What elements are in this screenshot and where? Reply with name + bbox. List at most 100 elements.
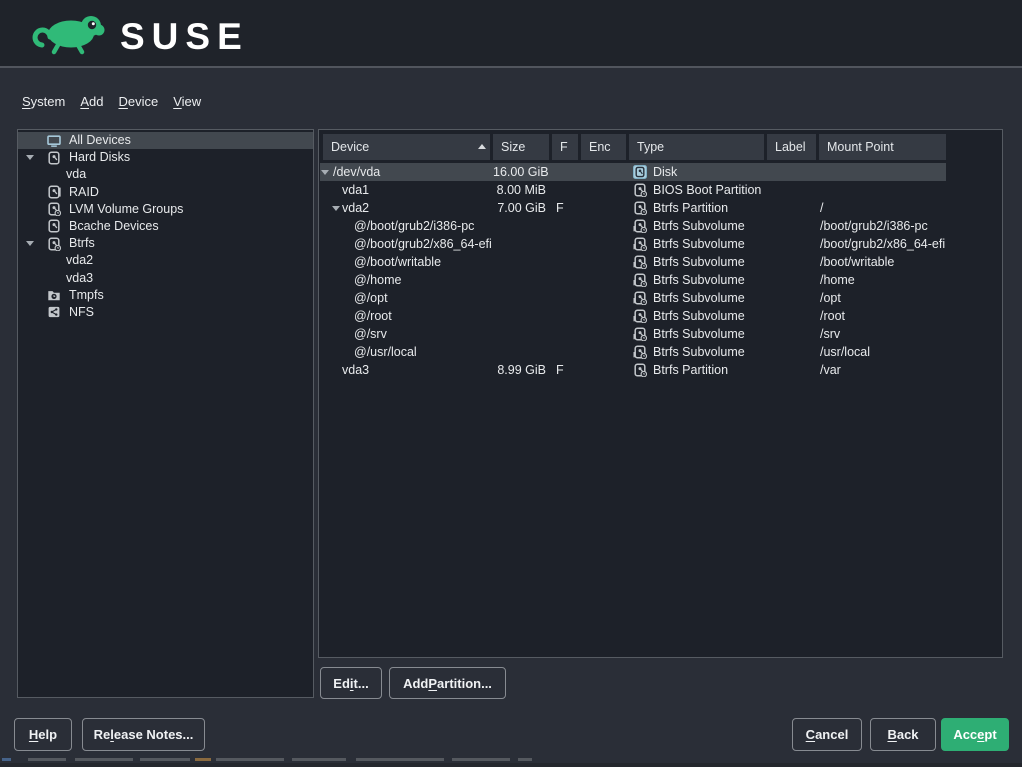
label-text: elp (38, 727, 57, 742)
table-row--usr-local[interactable]: @/usr/localBtrfs Subvolume/usr/local (319, 343, 1002, 361)
mount-point-cell: /opt (820, 291, 841, 305)
table-row--boot-grub2-x86-64-efi[interactable]: @/boot/grub2/x86_64-efi Btrfs Subvolume/b… (319, 235, 1002, 253)
accept-button[interactable]: Accept (941, 718, 1009, 751)
disk-clock-icon (633, 363, 647, 377)
folder-clock-icon (47, 288, 61, 302)
device-cell: @/srv (354, 327, 387, 341)
title-banner: SUSE (0, 0, 1022, 68)
device-cell: @/boot/writable (354, 255, 441, 269)
device-cell: vda2 (342, 201, 369, 215)
type-cell: Btrfs Subvolume (653, 309, 745, 323)
menu-item-device[interactable]: Device (118, 94, 158, 109)
column-header-label: Mount Point (827, 140, 894, 154)
sidebar-item-hard-disks[interactable]: Hard Disks (18, 149, 313, 166)
table-row--opt[interactable]: @/optBtrfs Subvolume/opt (319, 289, 1002, 307)
raid-icon (47, 185, 61, 199)
table-row--boot-grub2-i386-pc[interactable]: @/boot/grub2/i386-pcBtrfs Subvolume/boot… (319, 217, 1002, 235)
label-text: evice (128, 94, 158, 109)
label-text: H (29, 727, 38, 742)
mount-point-cell: /boot/grub2/x86_64-efi (820, 237, 945, 251)
expander-open-icon[interactable] (332, 206, 340, 211)
sidebar-item-vda[interactable]: vda (18, 166, 313, 183)
device-cell: vda3 (342, 363, 369, 377)
column-header-label: Label (775, 140, 806, 154)
sidebar-item-label: All Devices (69, 133, 131, 147)
sidebar-item-label: Bcache Devices (69, 219, 159, 233)
sidebar-item-all-devices[interactable]: All Devices (18, 132, 313, 149)
sidebar-item-label: Btrfs (69, 236, 95, 250)
expander-open-icon[interactable] (26, 241, 34, 246)
type-cell: Btrfs Partition (653, 363, 728, 377)
disk-clock-icon (633, 183, 647, 197)
sidebar-item-tmpfs[interactable]: Tmpfs (18, 287, 313, 304)
sidebar-item-label: RAID (69, 185, 99, 199)
disk-sub-icon (633, 219, 647, 233)
device-cell: @/root (354, 309, 392, 323)
expander-open-icon[interactable] (26, 155, 34, 160)
mount-point-cell: /boot/writable (820, 255, 894, 269)
label-text: Add (403, 676, 428, 691)
sidebar-item-raid[interactable]: RAID (18, 184, 313, 201)
sidebar-item-btrfs[interactable]: Btrfs (18, 235, 313, 252)
type-cell: BIOS Boot Partition (653, 183, 761, 197)
logo-text: SUSE (120, 16, 249, 58)
column-header-label: Type (637, 140, 664, 154)
device-cell: /dev/vda (333, 165, 380, 179)
column-header-label: Enc (589, 140, 611, 154)
label-text: t... (354, 676, 369, 691)
column-header-device[interactable]: Device (323, 134, 490, 160)
table-row-vda3[interactable]: vda38.99 GiBFBtrfs Partition/var (319, 361, 1002, 379)
help-button[interactable]: Help (14, 718, 72, 751)
expander-open-icon[interactable] (321, 170, 329, 175)
table-row--srv[interactable]: @/srvBtrfs Subvolume/srv (319, 325, 1002, 343)
disk-sub-icon (633, 291, 647, 305)
yast-expert-partitioner-window: SUSE System Add Device View All Devices Hard… (0, 0, 1022, 767)
sidebar-item-nfs[interactable]: NFS (18, 304, 313, 321)
menu-item-system[interactable]: System (22, 94, 65, 109)
column-header-label[interactable]: Label (767, 134, 816, 160)
type-cell: Btrfs Subvolume (653, 327, 745, 341)
add-partition-button[interactable]: Add Partition... (389, 667, 506, 699)
sidebar-item-label: LVM Volume Groups (69, 202, 183, 216)
type-cell: Btrfs Partition (653, 201, 728, 215)
sidebar-item-vda2[interactable]: vda2 (18, 252, 313, 269)
column-header-f[interactable]: F (552, 134, 578, 160)
mount-point-cell: /root (820, 309, 845, 323)
device-cell: @/boot/grub2/i386-pc (354, 219, 474, 233)
table-row-vda2[interactable]: vda27.00 GiBFBtrfs Partition/ (319, 199, 1002, 217)
type-cell: Btrfs Subvolume (653, 237, 745, 251)
release-notes-button[interactable]: Release Notes... (82, 718, 205, 751)
size-cell: 8.00 MiB (493, 183, 546, 197)
label-text: V (173, 94, 181, 109)
sidebar-item-bcache-devices[interactable]: Bcache Devices (18, 218, 313, 235)
disk-sub-icon (633, 327, 647, 341)
size-cell: 7.00 GiB (493, 201, 546, 215)
column-header-enc[interactable]: Enc (581, 134, 626, 160)
disk-sub-icon (633, 237, 647, 251)
menu-item-view[interactable]: View (173, 94, 201, 109)
table-row--dev-vda[interactable]: /dev/vda16.00 GiBDisk (319, 163, 1002, 181)
device-cell: @/boot/grub2/x86_64-efi (354, 237, 492, 251)
label-text: B (887, 727, 896, 742)
label-text: Acc (953, 727, 977, 742)
table-row-vda1[interactable]: vda18.00 MiBBIOS Boot Partition (319, 181, 1002, 199)
column-header-size[interactable]: Size (493, 134, 549, 160)
sidebar-item-label: Tmpfs (69, 288, 104, 302)
disk-clock-icon (633, 201, 647, 215)
sidebar-item-lvm-volume-groups[interactable]: LVM Volume Groups (18, 201, 313, 218)
column-header-label: Size (501, 140, 525, 154)
cancel-button[interactable]: Cancel (792, 718, 862, 751)
table-row--root[interactable]: @/root Btrfs Subvolume/root (319, 307, 1002, 325)
table-row--boot-writable[interactable]: @/boot/writableBtrfs Subvolume/boot/writ… (319, 253, 1002, 271)
column-header-type[interactable]: Type (629, 134, 764, 160)
sidebar-item-label: vda (66, 167, 86, 181)
sidebar-item-vda3[interactable]: vda3 (18, 270, 313, 287)
table-row--home[interactable]: @/homeBtrfs Subvolume/home (319, 271, 1002, 289)
edit-button[interactable]: Edit... (320, 667, 382, 699)
label-text: ystem (31, 94, 66, 109)
label-text: Re (94, 727, 111, 742)
back-button[interactable]: Back (870, 718, 936, 751)
column-header-mount-point[interactable]: Mount Point (819, 134, 946, 160)
disk-sub-icon (633, 345, 647, 359)
menu-item-add[interactable]: Add (80, 94, 103, 109)
